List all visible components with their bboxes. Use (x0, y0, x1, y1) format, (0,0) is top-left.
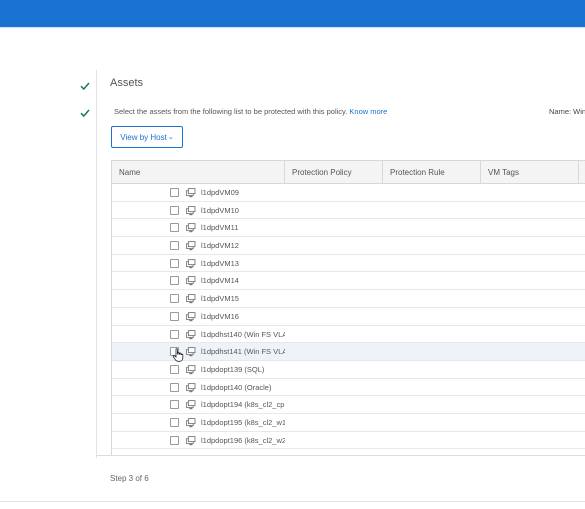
step-rail-divider (96, 70, 97, 458)
asset-name: l1dpdopt139 (SQL) (201, 364, 265, 374)
virtual-machine-icon (186, 311, 197, 322)
table-row[interactable]: l1dpdopt196 (k8s_cl2_w2 (112, 432, 585, 450)
chevron-down-icon: ⌄ (167, 134, 174, 141)
asset-name: l1dpdVM13 (201, 258, 239, 268)
table-row[interactable]: l1dpdVM16 (112, 308, 585, 326)
view-by-label: View by Host (120, 132, 167, 142)
virtual-machine-icon (186, 258, 197, 269)
table-body: l1dpdVM09 l1dpdVM10 l1dpdVM11 l1dpdVM12 l1dp… (112, 184, 585, 450)
column-header-name[interactable]: Name (112, 161, 284, 184)
row-checkbox[interactable] (170, 435, 179, 445)
asset-name: l1dpdVM12 (201, 241, 239, 251)
asset-name: l1dpdVM11 (201, 223, 239, 233)
virtual-machine-icon (186, 364, 197, 375)
column-header-vm-tags[interactable]: VM Tags (480, 161, 578, 184)
step-2-complete-checkmark-icon (80, 108, 90, 118)
column-header-s[interactable]: S (578, 161, 585, 184)
asset-name: l1dpdVM14 (201, 276, 239, 286)
table-row[interactable]: l1dpdVM15 (112, 290, 585, 308)
view-by-host-dropdown[interactable]: View by Host ⌄ (111, 126, 183, 148)
row-checkbox[interactable] (170, 329, 179, 339)
know-more-link[interactable]: Know more (349, 107, 387, 116)
virtual-machine-icon (186, 205, 197, 216)
step-1-complete-checkmark-icon (80, 81, 90, 91)
instructions-text: Select the assets from the following lis… (114, 107, 387, 116)
row-checkbox[interactable] (170, 205, 179, 215)
asset-name: l1dpdopt196 (k8s_cl2_w2 (201, 435, 285, 445)
top-bar-divider (0, 27, 585, 28)
instructions-body: Select the assets from the following lis… (114, 107, 348, 116)
asset-name: l1dpdhst140 (Win FS VLA (201, 329, 285, 339)
footer-divider (96, 455, 585, 456)
row-checkbox[interactable] (170, 382, 179, 392)
row-checkbox[interactable] (170, 364, 179, 374)
row-checkbox[interactable] (170, 311, 179, 321)
asset-name: l1dpdVM16 (201, 311, 239, 321)
hand-pointer-cursor-icon (172, 348, 184, 362)
row-checkbox[interactable] (170, 188, 179, 197)
table-row[interactable]: l1dpdopt139 (SQL) (112, 361, 585, 379)
virtual-machine-icon (186, 329, 197, 340)
top-app-bar (0, 0, 585, 27)
asset-name: l1dpdVM15 (201, 294, 239, 304)
virtual-machine-icon (186, 187, 197, 198)
virtual-machine-icon (186, 275, 197, 286)
table-row[interactable]: l1dpdVM10 (112, 202, 585, 220)
table-row[interactable]: l1dpdopt140 (Oracle) (112, 379, 585, 397)
virtual-machine-icon (186, 222, 197, 233)
column-header-protection-rule[interactable]: Protection Rule (382, 161, 480, 184)
table-row[interactable]: l1dpdopt194 (k8s_cl2_cp (112, 396, 585, 414)
asset-name: l1dpdhst141 (Win FS VLA (201, 347, 285, 357)
virtual-machine-icon (186, 240, 197, 251)
row-checkbox[interactable] (170, 258, 179, 268)
virtual-machine-icon (186, 417, 197, 428)
table-row[interactable]: l1dpdVM09 (112, 184, 585, 202)
table-row[interactable]: l1dpdhst140 (Win FS VLA (112, 326, 585, 344)
row-checkbox[interactable] (170, 241, 179, 251)
row-checkbox[interactable] (170, 294, 179, 304)
step-indicator: Step 3 of 6 (110, 474, 149, 483)
virtual-machine-icon (186, 399, 197, 410)
policy-name-label: Name: Win (549, 107, 585, 116)
asset-name: l1dpdopt194 (k8s_cl2_cp (201, 400, 285, 410)
table-header: Name Protection Policy Protection Rule V… (112, 161, 585, 184)
asset-name: l1dpdVM09 (201, 188, 239, 197)
asset-name: l1dpdVM10 (201, 205, 239, 215)
virtual-machine-icon (186, 293, 197, 304)
table-row[interactable]: l1dpdopt195 (k8s_cl2_w1 (112, 414, 585, 432)
row-checkbox[interactable] (170, 400, 179, 410)
virtual-machine-icon (186, 435, 197, 446)
row-checkbox[interactable] (170, 417, 179, 427)
table-row[interactable]: l1dpdVM14 (112, 272, 585, 291)
row-checkbox[interactable] (170, 223, 179, 233)
asset-name: l1dpdopt195 (k8s_cl2_w1 (201, 417, 285, 427)
row-checkbox[interactable] (170, 276, 179, 286)
section-title: Assets (110, 77, 144, 89)
table-row[interactable]: l1dpdVM12 (112, 237, 585, 255)
asset-name: l1dpdopt140 (Oracle) (201, 382, 272, 392)
virtual-machine-icon (186, 382, 197, 393)
virtual-machine-icon (186, 346, 197, 357)
bottom-divider (0, 501, 585, 502)
column-header-protection-policy[interactable]: Protection Policy (284, 161, 382, 184)
table-row[interactable]: l1dpdVM13 (112, 255, 585, 273)
table-row[interactable]: l1dpdVM11 (112, 219, 585, 238)
assets-table: Name Protection Policy Protection Rule V… (111, 160, 585, 456)
